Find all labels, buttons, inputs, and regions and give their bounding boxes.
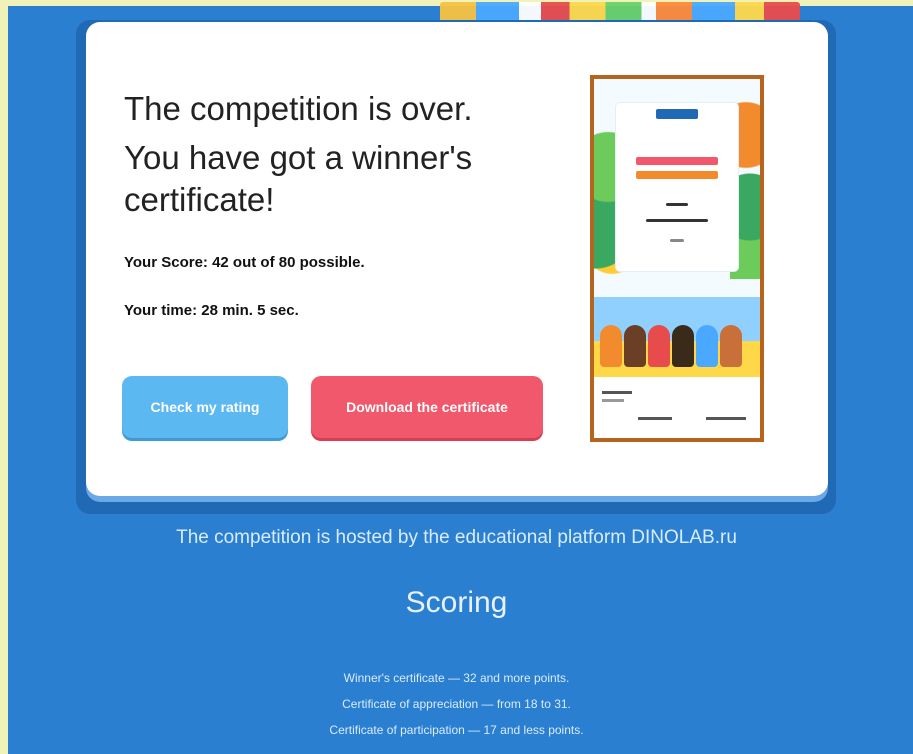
- scoring-rule-item: Certificate of appreciation — from 18 to…: [342, 697, 571, 711]
- download-certificate-button[interactable]: Download the certificate: [311, 376, 543, 438]
- certificate-panel: [616, 103, 738, 271]
- certificate-text-line: [670, 239, 684, 242]
- scoring-rules-list: Winner's certificate — 32 and more point…: [0, 665, 913, 743]
- certificate-footer-area: [594, 377, 760, 438]
- signature-line: [602, 399, 624, 402]
- child-figure: [696, 325, 718, 367]
- certificate-title-bar: [636, 157, 718, 165]
- score-text: Your Score: 42 out of 80 possible.: [124, 254, 365, 271]
- children-illustration: [594, 297, 760, 377]
- child-figure: [624, 325, 646, 367]
- scoring-rule-item: Winner's certificate — 32 and more point…: [343, 671, 570, 685]
- platform-note: The competition is hosted by the educati…: [176, 527, 737, 548]
- left-edge-strip: [0, 0, 8, 754]
- child-figure: [720, 325, 742, 367]
- certificate-logo: [656, 109, 698, 119]
- result-headline: The competition is over. You have got a …: [124, 88, 594, 220]
- child-figure: [600, 325, 622, 367]
- scoring-heading: Scoring: [405, 586, 508, 619]
- certificate-subtitle-bar: [636, 171, 718, 179]
- time-text: Your time: 28 min. 5 sec.: [124, 302, 299, 319]
- headline-line-1: The competition is over.: [124, 90, 473, 127]
- signature-line: [706, 417, 746, 420]
- certificate-thumbnail[interactable]: [590, 75, 764, 442]
- check-rating-button[interactable]: Check my rating: [122, 376, 288, 438]
- signature-line: [638, 417, 672, 420]
- certificate-header-area: [594, 79, 760, 299]
- signature-line: [602, 391, 632, 394]
- decorative-banner: [440, 2, 800, 22]
- child-figure: [672, 325, 694, 367]
- headline-line-2: You have got a winner's certificate!: [124, 139, 473, 218]
- certificate-text-line: [666, 203, 688, 206]
- child-figure: [648, 325, 670, 367]
- certificate-name-line: [646, 219, 708, 222]
- scoring-rule-item: Certificate of participation — 17 and le…: [329, 723, 584, 737]
